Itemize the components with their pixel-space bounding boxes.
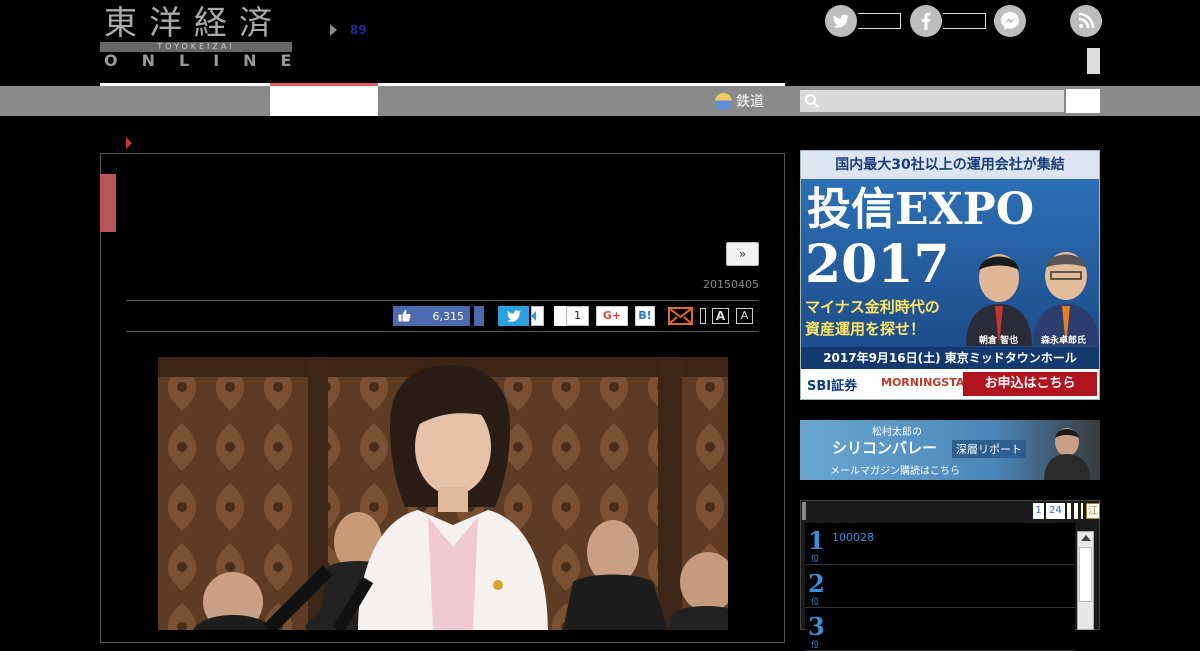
ranking-scrollbar[interactable]: [1077, 531, 1094, 630]
ranking-tab-3[interactable]: [1067, 503, 1071, 519]
silicon-ad-portrait: [1044, 428, 1090, 480]
ranking-tab-1[interactable]: 1: [1033, 503, 1044, 519]
search-button[interactable]: [1066, 89, 1100, 113]
ranking-list: 1 位 100028 2 位 3 位: [805, 523, 1075, 651]
share-divider-bottom: [126, 331, 759, 332]
expo-ad-year: 2017: [805, 234, 950, 295]
facebook-like-button[interactable]: 6,315: [393, 306, 470, 326]
rank-number: 1: [808, 526, 825, 555]
nav-item-rail-label: 鉄道: [736, 94, 764, 110]
twitter-bird-icon: [506, 310, 521, 322]
rank-suffix: 位: [811, 640, 819, 649]
facebook-like-count: 6,315: [432, 310, 465, 323]
silicon-ad-cta: メールマガジン購読はこちら: [830, 466, 960, 477]
expo-banner-ad[interactable]: 国内最大30社以上の運用会社が集結 投信EXPO 2017 マイナス金利時代の …: [800, 150, 1100, 400]
rank-number: 3: [808, 612, 825, 641]
thumbs-up-icon: [398, 310, 411, 322]
silicon-ad-tag: 深層リポート: [952, 440, 1026, 458]
facebook-share-button[interactable]: [474, 306, 484, 326]
google-plus-button[interactable]: G+: [596, 306, 628, 326]
facebook-icon[interactable]: [910, 5, 942, 37]
facebook-count-box: [943, 13, 986, 29]
twitter-icon[interactable]: [825, 5, 857, 37]
rss-icon[interactable]: [1070, 5, 1102, 37]
expo-ad-title: 投信EXPO: [807, 184, 1035, 235]
print-button[interactable]: [700, 308, 706, 324]
next-page-button[interactable]: »: [726, 242, 759, 266]
ranking-item[interactable]: 1 位 100028: [805, 523, 1075, 565]
search-input[interactable]: [800, 90, 1064, 112]
expo-ad-cta-button[interactable]: お申込はこちら: [963, 372, 1097, 396]
tweet-button[interactable]: [498, 306, 529, 326]
silicon-ad-author: 松村太郎の: [872, 427, 922, 438]
ranking-tab-4[interactable]: [1074, 503, 1078, 519]
scrollbar-thumb[interactable]: [1079, 547, 1092, 602]
expo-ad-sub1: マイナス金利時代の: [805, 298, 940, 316]
silicon-valley-banner-ad[interactable]: 松村太郎の シリコンバレー 深層リポート メールマガジン購読はこちら: [800, 420, 1100, 480]
nav-item-rail[interactable]: 鉄道: [715, 90, 764, 112]
ranking-item[interactable]: 3 位: [805, 609, 1075, 651]
expo-ad-person1: 朝倉 智也: [979, 336, 1019, 346]
rank-title: 100028: [832, 531, 874, 544]
share-divider-top: [126, 300, 759, 301]
ranking-tab-24[interactable]: 24: [1046, 503, 1065, 519]
ranking-item[interactable]: 2 位: [805, 566, 1075, 608]
font-size-small-button[interactable]: A: [736, 308, 753, 324]
article-title-marker: [100, 174, 116, 232]
header-side-button[interactable]: [1087, 48, 1100, 74]
article-date: 20150405: [703, 278, 759, 291]
expo-ad-date: 2017年9月16日(土) 東京ミッドタウンホール: [801, 347, 1099, 369]
expo-ad-portraits: [966, 252, 1099, 346]
expo-ad-sponsor2: MORNINGSTAR: [881, 376, 973, 389]
font-size-large-button[interactable]: A: [712, 308, 729, 324]
ranking-tab-6[interactable]: 江: [1086, 503, 1100, 519]
expo-ad-person2: 森永卓郎氏: [1041, 336, 1087, 346]
logo-japanese[interactable]: 東洋経済: [104, 4, 284, 42]
hatena-count-notch: [554, 306, 566, 326]
triangle-right-icon: [330, 24, 337, 36]
logo-online[interactable]: ONLINE: [104, 52, 315, 70]
ranking-tab-5[interactable]: [1081, 503, 1083, 519]
hatena-bookmark-button[interactable]: B!: [635, 306, 655, 326]
rank-suffix: 位: [811, 554, 819, 563]
silicon-ad-title: シリコンバレー: [832, 439, 938, 457]
expo-ad-sponsor1: SBI証券: [807, 379, 858, 394]
search-icon: [805, 94, 820, 109]
mail-icon[interactable]: [668, 307, 693, 325]
ranking-header-marker: [802, 502, 806, 520]
breadcrumb-arrow-icon: [126, 137, 132, 149]
nav-tab-active[interactable]: [270, 86, 378, 116]
expo-ad-sub2: 資産運用を探せ！: [805, 320, 926, 338]
rank-number: 2: [808, 569, 825, 598]
twitter-count-box: [858, 13, 901, 29]
messenger-icon[interactable]: [994, 5, 1026, 37]
hatena-bookmark-count[interactable]: 1: [566, 306, 589, 326]
nav-top-line: [100, 83, 785, 86]
header-count-link[interactable]: 89: [350, 23, 367, 37]
expo-ad-top-line: 国内最大30社以上の運用会社が集結: [801, 151, 1099, 179]
article-photo: [158, 357, 728, 630]
scroll-up-arrow-icon[interactable]: [1081, 535, 1091, 541]
rail-icon: [715, 92, 732, 110]
tweet-count-notch: [531, 311, 536, 321]
rank-suffix: 位: [811, 597, 819, 606]
